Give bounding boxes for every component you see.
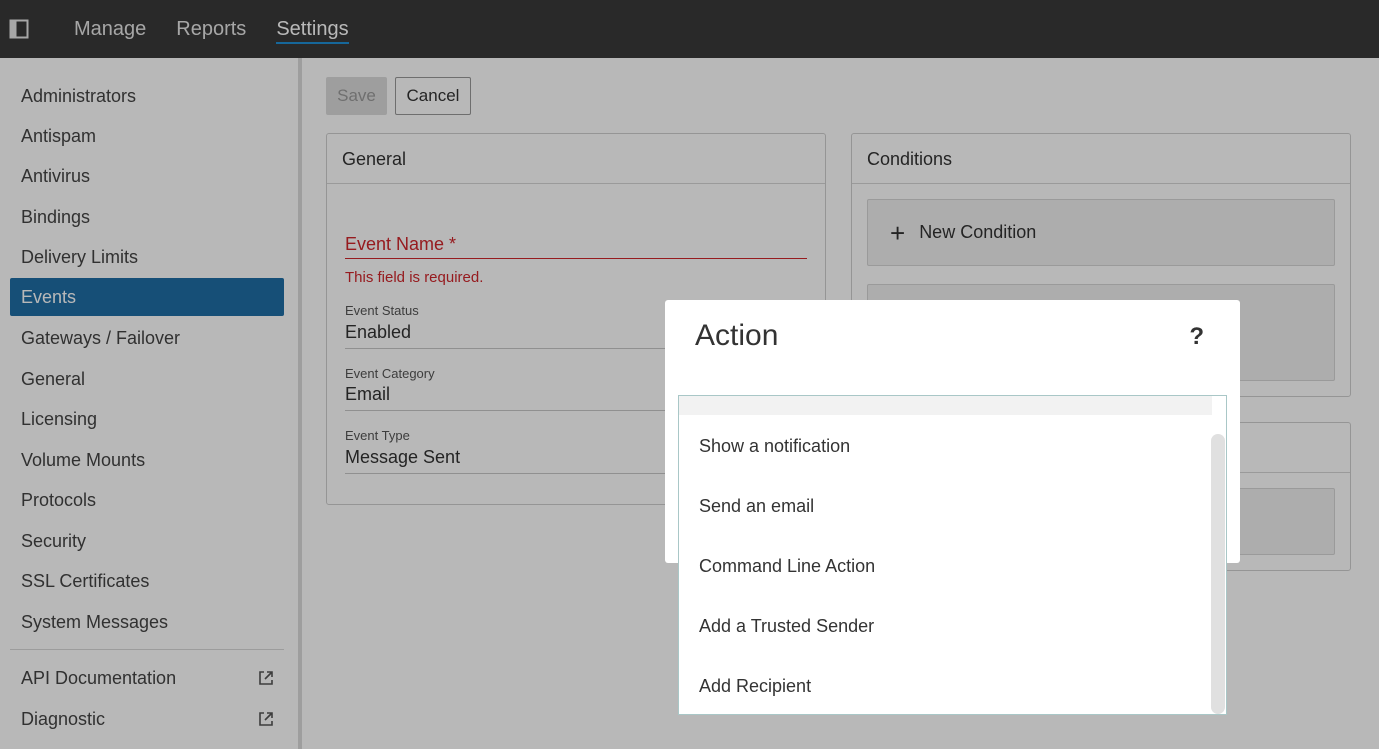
- action-dropdown: Show a notification Send an email Comman…: [678, 395, 1227, 715]
- option-send-email[interactable]: Send an email: [699, 496, 814, 517]
- option-command-line-action[interactable]: Command Line Action: [699, 556, 875, 577]
- modal-title: Action: [695, 319, 779, 352]
- option-add-recipient[interactable]: Add Recipient: [699, 676, 811, 697]
- option-show-notification[interactable]: Show a notification: [699, 436, 850, 457]
- help-icon[interactable]: ?: [1189, 323, 1204, 351]
- option-add-trusted-sender[interactable]: Add a Trusted Sender: [699, 616, 874, 637]
- dropdown-scrollbar[interactable]: [1211, 434, 1225, 714]
- dropdown-empty-option[interactable]: [679, 396, 1212, 415]
